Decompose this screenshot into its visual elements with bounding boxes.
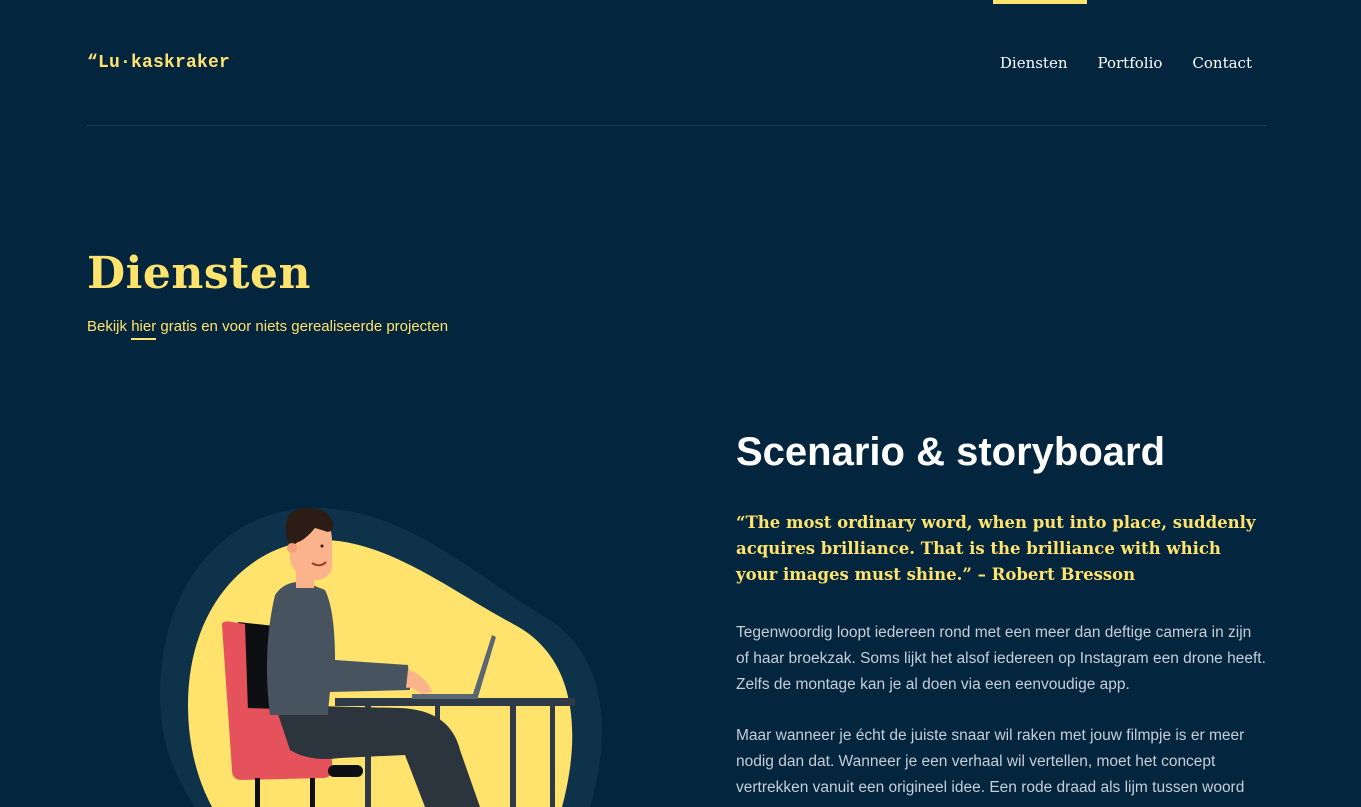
service-paragraph-2: Maar wanneer je écht de juiste snaar wil… [736,727,1245,796]
desk-leg-far [550,706,555,807]
desk-top [335,698,575,706]
person-at-laptop-illustration [160,507,602,807]
main-nav: Diensten Portfolio Contact [1000,54,1252,72]
chair-leg-1 [255,778,260,807]
header-divider [87,125,1267,126]
service-quote: “The most ordinary word, when put into p… [736,513,1256,584]
subtitle-text-before: Bekijk [87,318,132,335]
page: “Lu·kaskraker Diensten Portfolio Contact… [0,0,1361,807]
page-subtitle: Bekijk hier gratis en voor niets gereali… [87,318,449,340]
chair-leg-2 [310,778,315,807]
subtitle-text-after: gratis en voor niets gerealiseerde proje… [156,318,449,335]
nav-item-diensten[interactable]: Diensten [1000,54,1068,72]
projects-link[interactable]: hier [131,318,157,340]
laptop-base [412,694,478,699]
page-title: Diensten [87,248,311,299]
site-logo[interactable]: “Lu·kaskraker [87,53,230,73]
active-page-indicator [993,0,1087,4]
person-eye [320,544,324,548]
person-ear [287,543,297,553]
nav-item-portfolio[interactable]: Portfolio [1098,54,1163,72]
desk-leg-right [510,706,516,807]
chair-armrest [328,765,363,777]
nav-item-contact[interactable]: Contact [1192,54,1252,72]
service-title: Scenario & storyboard [736,430,1166,474]
service-paragraph-1: Tegenwoordig loopt iedereen rond met een… [736,624,1266,693]
